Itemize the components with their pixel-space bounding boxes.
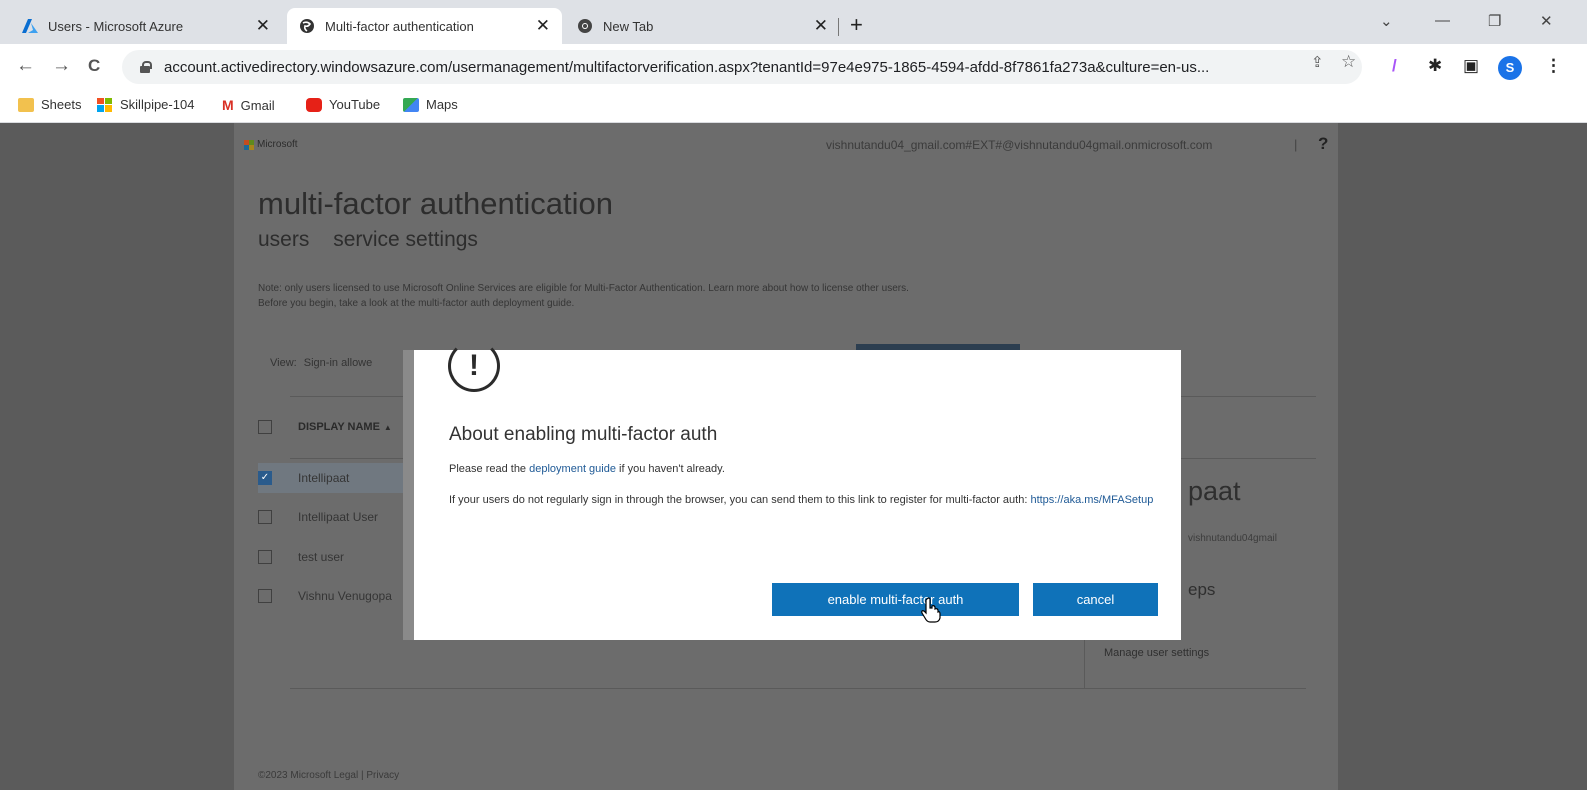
view-label: View: bbox=[270, 357, 297, 369]
profile-avatar[interactable]: S bbox=[1498, 56, 1522, 80]
quick-steps-heading: eps bbox=[1188, 580, 1216, 599]
microsoft-logo: Microsoft bbox=[244, 139, 298, 150]
user-display-name[interactable]: Intellipaat bbox=[298, 471, 349, 485]
bookmark-label: Skillpipe-104 bbox=[120, 97, 195, 112]
bookmark-gmail[interactable]: M Gmail bbox=[222, 97, 275, 113]
maps-icon bbox=[403, 97, 419, 112]
lock-icon[interactable] bbox=[140, 61, 152, 73]
bookmarks-bar: Sheets Skillpipe-104 M Gmail YouTube Map… bbox=[0, 90, 1587, 123]
row-checkbox[interactable] bbox=[258, 510, 272, 524]
cancel-button[interactable]: cancel bbox=[1033, 583, 1158, 616]
table-row[interactable]: Vishnu Venugopa bbox=[258, 589, 392, 603]
tab-search-icon[interactable]: ⌄ bbox=[1380, 12, 1393, 30]
microsoft-logo-icon bbox=[244, 139, 254, 150]
globe-icon bbox=[299, 18, 315, 34]
page-title: multi-factor authentication bbox=[258, 186, 613, 221]
browser-tab-strip: Users - Microsoft Azure ✕ Multi-factor a… bbox=[0, 0, 1587, 44]
reload-icon[interactable]: C bbox=[88, 56, 100, 76]
sheets-folder-icon bbox=[18, 97, 34, 112]
sort-ascending-icon[interactable]: ▲ bbox=[384, 423, 392, 432]
divider bbox=[290, 688, 1306, 689]
bookmark-label: Sheets bbox=[41, 97, 82, 112]
selected-user-email: vishnutandu04gmail bbox=[1188, 533, 1277, 544]
user-display-name[interactable]: Vishnu Venugopa bbox=[298, 589, 392, 603]
license-note: Note: only users licensed to use Microso… bbox=[258, 281, 1198, 311]
close-tab-icon[interactable]: ✕ bbox=[814, 17, 828, 34]
enable-mfa-button[interactable]: enable multi-factor auth bbox=[772, 583, 1019, 616]
hand-cursor-icon bbox=[921, 597, 941, 623]
restore-icon[interactable]: ❐ bbox=[1488, 12, 1501, 30]
bookmark-skillpipe[interactable]: Skillpipe-104 bbox=[97, 97, 194, 112]
row-checkbox[interactable] bbox=[258, 550, 272, 564]
new-tab-icon[interactable]: + bbox=[850, 14, 863, 36]
side-panel-icon[interactable]: ▣ bbox=[1463, 56, 1479, 76]
tab-title: Users - Microsoft Azure bbox=[48, 18, 184, 34]
chrome-menu-icon[interactable]: ⋮ bbox=[1545, 56, 1562, 76]
bookmark-star-icon[interactable]: ☆ bbox=[1341, 52, 1356, 72]
tab-title: New Tab bbox=[603, 18, 654, 34]
close-tab-icon[interactable]: ✕ bbox=[536, 17, 550, 34]
address-bar: ← → C account.activedirectory.windowsazu… bbox=[0, 44, 1587, 90]
bookmark-label: Maps bbox=[426, 97, 458, 112]
manage-user-settings-link[interactable]: Manage user settings bbox=[1104, 647, 1209, 659]
page-footer: ©2023 Microsoft Legal | Privacy bbox=[258, 770, 400, 781]
select-all-checkbox[interactable] bbox=[258, 420, 272, 434]
selected-user-name: paat bbox=[1188, 476, 1241, 506]
table-row[interactable]: test user bbox=[258, 550, 344, 564]
gmail-icon: M bbox=[222, 97, 234, 113]
tab-new-tab[interactable]: New Tab ✕ bbox=[565, 8, 840, 44]
youtube-icon bbox=[306, 97, 322, 112]
feather-extension-icon[interactable]: / bbox=[1392, 56, 1397, 76]
brand-text: Microsoft bbox=[257, 139, 298, 150]
window-close-icon[interactable]: ✕ bbox=[1540, 12, 1553, 30]
dialog-text: Please read the bbox=[449, 463, 530, 475]
bookmark-label: YouTube bbox=[329, 97, 381, 112]
bookmark-label: Gmail bbox=[240, 97, 275, 113]
chrome-icon bbox=[577, 18, 593, 34]
tab-users[interactable]: users bbox=[258, 228, 309, 251]
column-display-name[interactable]: DISPLAY NAME bbox=[298, 421, 380, 433]
view-filter[interactable]: View: Sign-in allowe bbox=[270, 357, 372, 369]
row-checkbox[interactable] bbox=[258, 589, 272, 603]
dialog-text: If your users do not regularly sign in t… bbox=[449, 494, 1031, 506]
skillpipe-icon bbox=[97, 97, 113, 112]
user-display-name[interactable]: test user bbox=[298, 550, 344, 564]
row-checkbox[interactable]: ✓ bbox=[258, 471, 272, 485]
page-tabs: users service settings bbox=[258, 228, 496, 252]
minimize-icon[interactable]: — bbox=[1435, 12, 1450, 29]
tab-separator bbox=[838, 18, 839, 36]
table-row[interactable]: ✓ Intellipaat bbox=[258, 463, 404, 493]
table-header: DISPLAY NAME ▲ bbox=[258, 420, 392, 434]
url-input[interactable]: account.activedirectory.windowsazure.com… bbox=[122, 50, 1362, 84]
bookmark-youtube[interactable]: YouTube bbox=[306, 97, 380, 112]
user-display-name[interactable]: Intellipaat User bbox=[298, 510, 378, 524]
close-tab-icon[interactable]: ✕ bbox=[256, 17, 270, 34]
azure-icon bbox=[22, 18, 38, 34]
mfa-setup-link[interactable]: https://aka.ms/MFASetup bbox=[1030, 494, 1153, 506]
dialog-text: if you haven't already. bbox=[615, 463, 725, 475]
dialog-title: About enabling multi-factor auth bbox=[449, 424, 718, 445]
tab-service-settings[interactable]: service settings bbox=[333, 228, 478, 251]
deployment-guide-link[interactable]: deployment guide bbox=[529, 463, 616, 475]
back-icon[interactable]: ← bbox=[16, 56, 35, 76]
share-icon[interactable]: ⇪ bbox=[1311, 53, 1324, 71]
warning-icon: ! bbox=[448, 340, 500, 392]
header-separator: | bbox=[1294, 137, 1298, 152]
bookmark-sheets[interactable]: Sheets bbox=[18, 97, 81, 112]
url-text: account.activedirectory.windowsazure.com… bbox=[164, 58, 1210, 76]
help-icon[interactable]: ? bbox=[1318, 134, 1328, 154]
forward-icon[interactable]: → bbox=[52, 56, 71, 76]
signed-in-account[interactable]: vishnutandu04_gmail.com#EXT#@vishnutandu… bbox=[826, 138, 1212, 152]
extensions-puzzle-icon[interactable]: ✱ bbox=[1428, 56, 1442, 76]
view-select[interactable]: Sign-in allowe bbox=[304, 357, 372, 369]
bookmark-maps[interactable]: Maps bbox=[403, 97, 458, 112]
tab-multi-factor-authentication[interactable]: Multi-factor authentication ✕ bbox=[287, 8, 562, 44]
note-line: Before you begin, take a look at the mul… bbox=[258, 298, 575, 309]
tab-users-azure[interactable]: Users - Microsoft Azure ✕ bbox=[12, 8, 282, 44]
table-row[interactable]: Intellipaat User bbox=[258, 510, 378, 524]
dialog-paragraph: If your users do not regularly sign in t… bbox=[449, 491, 1169, 509]
note-line: Note: only users licensed to use Microso… bbox=[258, 283, 909, 294]
dialog-paragraph: Please read the deployment guide if you … bbox=[449, 463, 725, 475]
tab-title: Multi-factor authentication bbox=[325, 18, 474, 34]
